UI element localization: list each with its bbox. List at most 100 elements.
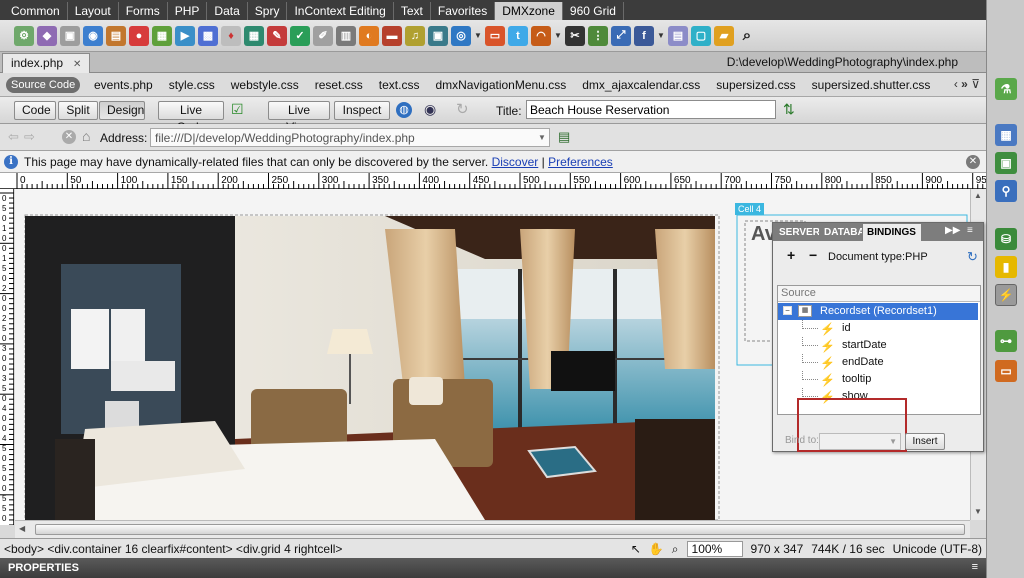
document-tab[interactable]: index.php ✕: [2, 53, 91, 73]
insert-tab-favorites[interactable]: Favorites: [431, 2, 496, 20]
chevron-down-icon[interactable]: ▼: [657, 31, 665, 40]
menu-icon[interactable]: ▬: [382, 25, 402, 46]
close-icon[interactable]: ✕: [73, 59, 81, 70]
slideshow-icon[interactable]: ▶: [175, 25, 195, 46]
twitter-icon[interactable]: t: [508, 25, 528, 46]
visual-aids-eye-icon[interactable]: ◉: [424, 101, 436, 118]
related-file-link[interactable]: supersized.shutter.css: [812, 78, 930, 92]
file-management-icon[interactable]: ⇅: [783, 101, 795, 118]
chevron-down-icon[interactable]: ▼: [974, 507, 982, 516]
page-icon[interactable]: ▤: [668, 25, 688, 46]
pen-icon[interactable]: ✐: [313, 25, 333, 46]
filter-icon[interactable]: ⊽: [971, 77, 980, 91]
browse-options-icon[interactable]: ▤: [558, 129, 570, 145]
insert-tab-data[interactable]: Data: [207, 2, 248, 20]
window-size[interactable]: 970 x 347: [751, 542, 804, 556]
dmx-icon[interactable]: ◆: [37, 25, 57, 46]
form-icon[interactable]: ✎: [267, 25, 287, 46]
toolbox-icon[interactable]: ▭: [995, 360, 1017, 382]
tab-server-behaviors[interactable]: SERVER: [775, 224, 819, 241]
address-input[interactable]: [150, 128, 550, 147]
add-binding-button[interactable]: +: [787, 247, 795, 263]
insert-tab-common[interactable]: Common: [4, 2, 68, 20]
home-icon[interactable]: ⌂: [82, 128, 90, 144]
related-file-link[interactable]: events.php: [94, 78, 153, 92]
discover-link[interactable]: Discover: [492, 155, 539, 169]
video-icon[interactable]: ▣: [428, 25, 448, 46]
zoom-tool-icon[interactable]: ⌕: [672, 542, 679, 557]
audio-icon[interactable]: ♫: [405, 25, 425, 46]
related-file-link[interactable]: reset.css: [315, 78, 363, 92]
field-node-id[interactable]: ⚡ id: [778, 320, 978, 337]
insert-tab-layout[interactable]: Layout: [68, 2, 119, 20]
insert-button[interactable]: Insert: [905, 433, 945, 450]
preferences-link[interactable]: Preferences: [548, 155, 613, 169]
search-icon[interactable]: ⌕: [737, 26, 757, 46]
tag-inspector-icon[interactable]: ⚲: [995, 180, 1017, 202]
remove-binding-button[interactable]: −: [809, 247, 817, 263]
link-icon[interactable]: ◉: [83, 25, 103, 46]
panel-menu-icon[interactable]: ≡: [972, 561, 978, 573]
design-view-button[interactable]: Design: [99, 101, 145, 120]
databases-icon[interactable]: ⛁: [995, 228, 1017, 250]
related-file-link[interactable]: webstyle.css: [231, 78, 299, 92]
tag-selector[interactable]: <body> <div.container 16 clearfix#conten…: [4, 542, 342, 556]
field-node-enddate[interactable]: ⚡ endDate: [778, 354, 978, 371]
clapper-icon[interactable]: ✂: [565, 25, 585, 46]
flash-icon[interactable]: ▣: [60, 25, 80, 46]
chevron-double-right-icon[interactable]: »: [961, 77, 968, 91]
folder-icon[interactable]: ▰: [714, 25, 734, 46]
chevron-down-icon[interactable]: ▼: [554, 31, 562, 40]
source-code-button[interactable]: Source Code: [6, 77, 81, 93]
server-behaviors-icon[interactable]: ▮: [995, 256, 1017, 278]
browser-preview-icon[interactable]: ◍: [396, 102, 412, 118]
related-file-link[interactable]: dmxNavigationMenu.css: [435, 78, 566, 92]
insert-tab-forms[interactable]: Forms: [119, 2, 168, 20]
related-file-link[interactable]: style.css: [169, 78, 215, 92]
forward-icon[interactable]: ⇨: [24, 129, 35, 145]
check-page-icon[interactable]: ☑: [231, 101, 253, 119]
flash-player-icon[interactable]: ◐: [359, 25, 379, 46]
expand-panels-icon[interactable]: ▶▶: [945, 225, 960, 236]
components-tree-icon[interactable]: ⊶: [995, 330, 1017, 352]
horizontal-scroll-thumb[interactable]: [35, 524, 965, 535]
chart-icon[interactable]: ▥: [336, 25, 356, 46]
inspect-button[interactable]: Inspect: [334, 101, 390, 120]
chevron-left-icon[interactable]: ◀: [19, 524, 25, 533]
chevron-down-icon[interactable]: ▼: [474, 31, 482, 40]
related-file-link[interactable]: supersized.css: [716, 78, 795, 92]
refresh-icon[interactable]: ↻: [967, 249, 978, 265]
split-view-button[interactable]: Split: [58, 101, 98, 120]
insert-tab-dmxzone[interactable]: DMXzone: [495, 2, 563, 20]
chevron-left-icon[interactable]: ‹: [954, 77, 958, 91]
select-tool-icon[interactable]: ↖: [631, 542, 641, 556]
title-input[interactable]: [526, 100, 776, 119]
tool-icon[interactable]: ⚙: [14, 25, 34, 46]
field-node-startdate[interactable]: ⚡ startDate: [778, 337, 978, 354]
collapse-icon[interactable]: −: [783, 306, 792, 315]
validate-icon[interactable]: ✓: [290, 25, 310, 46]
field-node-tooltip[interactable]: ⚡ tooltip: [778, 371, 978, 388]
related-file-link[interactable]: text.css: [379, 78, 420, 92]
insert-tab-text[interactable]: Text: [394, 2, 431, 20]
insert-tab-960-grid[interactable]: 960 Grid: [563, 2, 624, 20]
live-view-button[interactable]: Live View: [268, 101, 330, 134]
insert-tab-incontext-editing[interactable]: InContext Editing: [287, 2, 394, 20]
bindings-bolt-icon[interactable]: ⚡: [995, 284, 1017, 306]
chevron-down-icon[interactable]: ▼: [538, 133, 546, 142]
code-view-button[interactable]: Code: [14, 101, 56, 120]
facebook-icon[interactable]: f: [634, 25, 654, 46]
record-icon[interactable]: ●: [129, 25, 149, 46]
globe-icon[interactable]: ◎: [451, 25, 471, 46]
horizontal-scrollbar[interactable]: ◀: [15, 520, 970, 538]
back-icon[interactable]: ⇦: [8, 129, 19, 145]
properties-panel-header[interactable]: PROPERTIES ≡: [0, 558, 986, 578]
ap-elements-icon[interactable]: ▣: [995, 152, 1017, 174]
image-icon[interactable]: ▩: [198, 25, 218, 46]
fullscreen-icon[interactable]: ⤢: [611, 25, 631, 46]
live-code-button[interactable]: Live Code: [158, 101, 224, 134]
flask-icon[interactable]: ⚗: [995, 78, 1017, 100]
marker-icon[interactable]: ♦: [221, 25, 241, 46]
hand-tool-icon[interactable]: ✋: [649, 542, 664, 556]
film-icon[interactable]: ▤: [106, 25, 126, 46]
